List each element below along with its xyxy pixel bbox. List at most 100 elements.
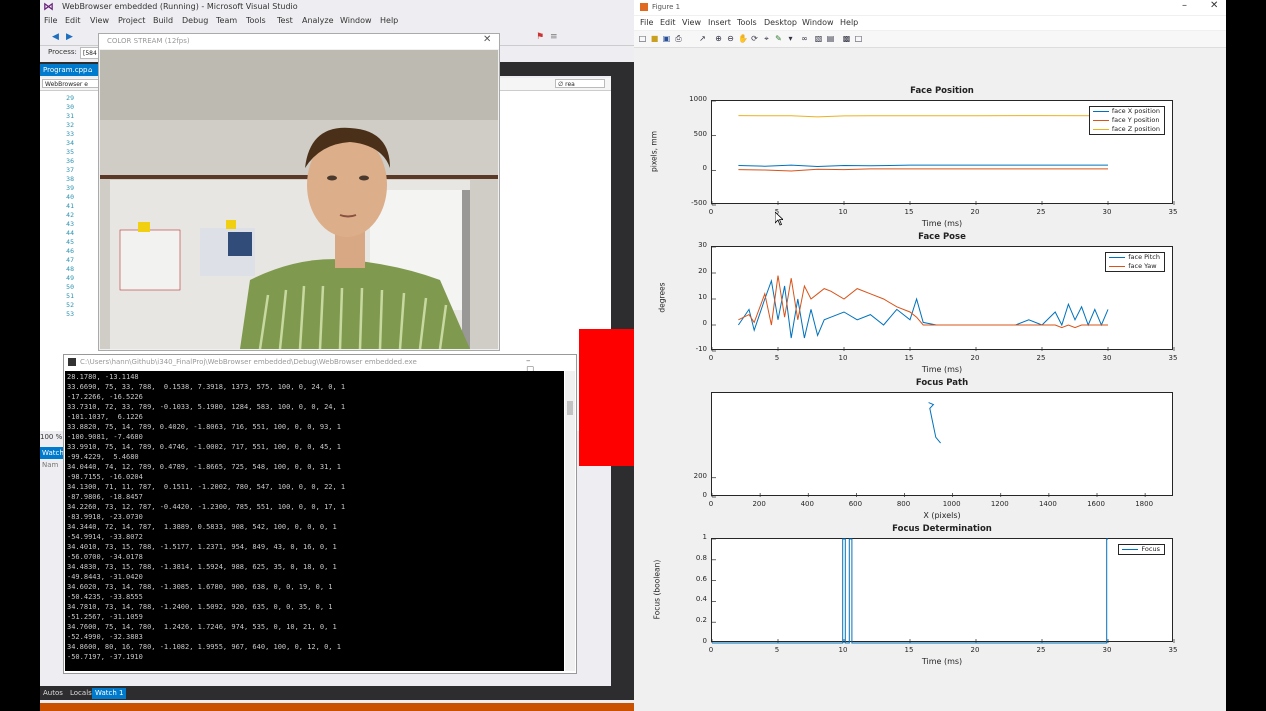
edit-plot-icon[interactable]: ↗ <box>698 34 707 43</box>
minimize-icon[interactable]: – <box>1182 0 1187 11</box>
brush-icon[interactable]: ✎ <box>774 34 783 43</box>
forward-icon[interactable]: ▶ <box>66 32 73 42</box>
vs-menu-test[interactable]: Test <box>277 16 293 25</box>
x-tick-label: 25 <box>1036 646 1046 654</box>
figure-menu-file[interactable]: File <box>640 18 653 27</box>
brush-dropdown-icon[interactable]: ▾ <box>786 34 795 43</box>
chart-title: Face Pose <box>918 232 966 242</box>
link-plot-icon[interactable]: ∞ <box>800 34 809 43</box>
vs-menu-build[interactable]: Build <box>153 16 173 25</box>
y-tick-label: 0 <box>702 319 707 327</box>
project-dropdown[interactable]: WebBrowser e <box>42 79 100 88</box>
legend-entry: face Y position <box>1090 116 1164 125</box>
x-tick-label: 1400 <box>1038 500 1057 508</box>
figure-menu-help[interactable]: Help <box>840 18 858 27</box>
vs-menu-view[interactable]: View <box>90 16 109 25</box>
matlab-figure-icon <box>640 3 648 11</box>
vs-menu-edit[interactable]: Edit <box>65 16 81 25</box>
hide-plot-tools-icon[interactable]: ▩ <box>842 34 851 43</box>
bookmark-icon[interactable]: ⚑ <box>536 32 544 42</box>
x-tick-label: 20 <box>970 354 980 362</box>
console-line: -87.9806, -18.8457 <box>67 493 143 501</box>
line-number: 31 <box>66 112 74 120</box>
y-tick-label: 30 <box>698 241 707 249</box>
vs-menu-debug[interactable]: Debug <box>182 16 208 25</box>
pin-icon[interactable]: ⌂ <box>88 64 92 76</box>
vs-menu-project[interactable]: Project <box>118 16 145 25</box>
vs-menu-tools[interactable]: Tools <box>246 16 266 25</box>
zoom-level[interactable]: 100 % <box>40 433 64 443</box>
console-line: 34.1300, 71, 11, 787, 0.1511, -1.2002, 7… <box>67 483 346 491</box>
scrollbar-thumb[interactable] <box>567 401 573 415</box>
back-icon[interactable]: ◀ <box>52 32 59 42</box>
console-line: 33.8820, 75, 14, 789, 0.4020, -1.8063, 7… <box>67 423 341 431</box>
line-number: 37 <box>66 166 74 174</box>
colorbar-icon[interactable]: ▧ <box>814 34 823 43</box>
console-line: 34.4830, 73, 15, 788, -1.3814, 1.5924, 9… <box>67 563 337 571</box>
console-line: -98.7155, -16.0204 <box>67 473 143 481</box>
member-dropdown[interactable]: ∅ rea <box>555 79 605 88</box>
vs-menu-help[interactable]: Help <box>380 16 398 25</box>
legend-entry: face Z position <box>1090 125 1164 134</box>
show-plot-tools-icon[interactable]: □ <box>854 34 863 43</box>
console-scrollbar[interactable] <box>565 371 575 671</box>
tab-autos[interactable]: Autos <box>40 688 66 699</box>
print-icon[interactable]: ⎙ <box>674 34 683 43</box>
new-figure-icon[interactable]: □ <box>638 34 647 43</box>
mouse-cursor-icon <box>775 212 783 226</box>
y-tick-label: -10 <box>695 345 707 353</box>
line-number: 40 <box>66 193 74 201</box>
legend-icon[interactable]: ▤ <box>826 34 835 43</box>
line-number: 50 <box>66 283 74 291</box>
close-icon[interactable]: ✕ <box>1210 0 1218 11</box>
pan-icon[interactable]: ✋ <box>738 34 748 43</box>
figure-menu-insert[interactable]: Insert <box>708 18 731 27</box>
y-tick-label: 500 <box>693 129 707 138</box>
figure-toolbar: □ ■ ▣ ⎙ ↗ ⊕ ⊖ ✋ ⟳ ⌖ ✎ ▾ ∞ ▧ ▤ ▩ □ <box>634 31 1226 48</box>
open-file-icon[interactable]: ■ <box>650 34 659 43</box>
legend-label: face Z position <box>1111 125 1160 133</box>
legend-swatch <box>1092 129 1109 130</box>
x-tick-label: 15 <box>904 354 914 362</box>
figure-menu-edit[interactable]: Edit <box>660 18 676 27</box>
close-icon[interactable]: ✕ <box>483 34 491 45</box>
vs-menu-file[interactable]: File <box>44 16 57 25</box>
console-output[interactable]: 28.1780, -13.1148 33.6690, 75, 33, 788, … <box>65 371 564 671</box>
line-number: 41 <box>66 202 74 210</box>
figure-menu-desktop[interactable]: Desktop <box>764 18 797 27</box>
console-line: 33.9910, 75, 14, 789, 0.4746, -1.0002, 7… <box>67 443 341 451</box>
tab-watch-1[interactable]: Watch 1 <box>92 688 127 699</box>
vs-menu-team[interactable]: Team <box>216 16 237 25</box>
figure-menu-bar: File Edit View Insert Tools Desktop Wind… <box>634 16 1226 30</box>
camera-title-bar: COLOR STREAM (12fps) ✕ <box>99 34 499 49</box>
console-line: 34.8600, 80, 16, 780, -1.1082, 1.9955, 9… <box>67 643 341 651</box>
y-tick-label: 1000 <box>689 95 707 103</box>
figure-menu-view[interactable]: View <box>682 18 701 27</box>
legend-swatch <box>1092 120 1109 121</box>
vs-menu-analyze[interactable]: Analyze <box>302 16 334 25</box>
vs-menu-window[interactable]: Window <box>340 16 372 25</box>
rotate-3d-icon[interactable]: ⟳ <box>750 34 759 43</box>
zoom-in-icon[interactable]: ⊕ <box>714 34 723 43</box>
x-tick-label: 1600 <box>1087 500 1105 508</box>
x-tick-label: 15 <box>904 646 914 654</box>
console-window-title: C:\Users\hann\Github\i340_FinalProj\WebB… <box>80 358 417 366</box>
console-line: 34.3440, 72, 14, 787, 1.3889, 0.5833, 90… <box>67 523 337 531</box>
line-number: 36 <box>66 157 74 165</box>
format-icon[interactable]: ≡ <box>550 32 558 42</box>
console-line: 33.7310, 72, 33, 789, -0.1033, 5.1980, 1… <box>67 403 346 411</box>
tab-locals[interactable]: Locals <box>67 688 95 699</box>
console-app-icon <box>68 358 76 366</box>
chart-axes <box>711 246 1175 352</box>
x-tick-label: 0 <box>708 646 714 654</box>
y-tick-label: 0.2 <box>695 616 707 625</box>
x-tick-label: 1000 <box>942 500 961 508</box>
save-icon[interactable]: ▣ <box>662 34 671 43</box>
data-cursor-icon[interactable]: ⌖ <box>762 34 771 43</box>
zoom-out-icon[interactable]: ⊖ <box>726 34 735 43</box>
figure-menu-window[interactable]: Window <box>802 18 834 27</box>
series-line <box>928 402 941 444</box>
x-tick-label: 30 <box>1102 354 1112 362</box>
chart-title: Focus Determination <box>892 524 992 534</box>
figure-menu-tools[interactable]: Tools <box>737 18 757 27</box>
